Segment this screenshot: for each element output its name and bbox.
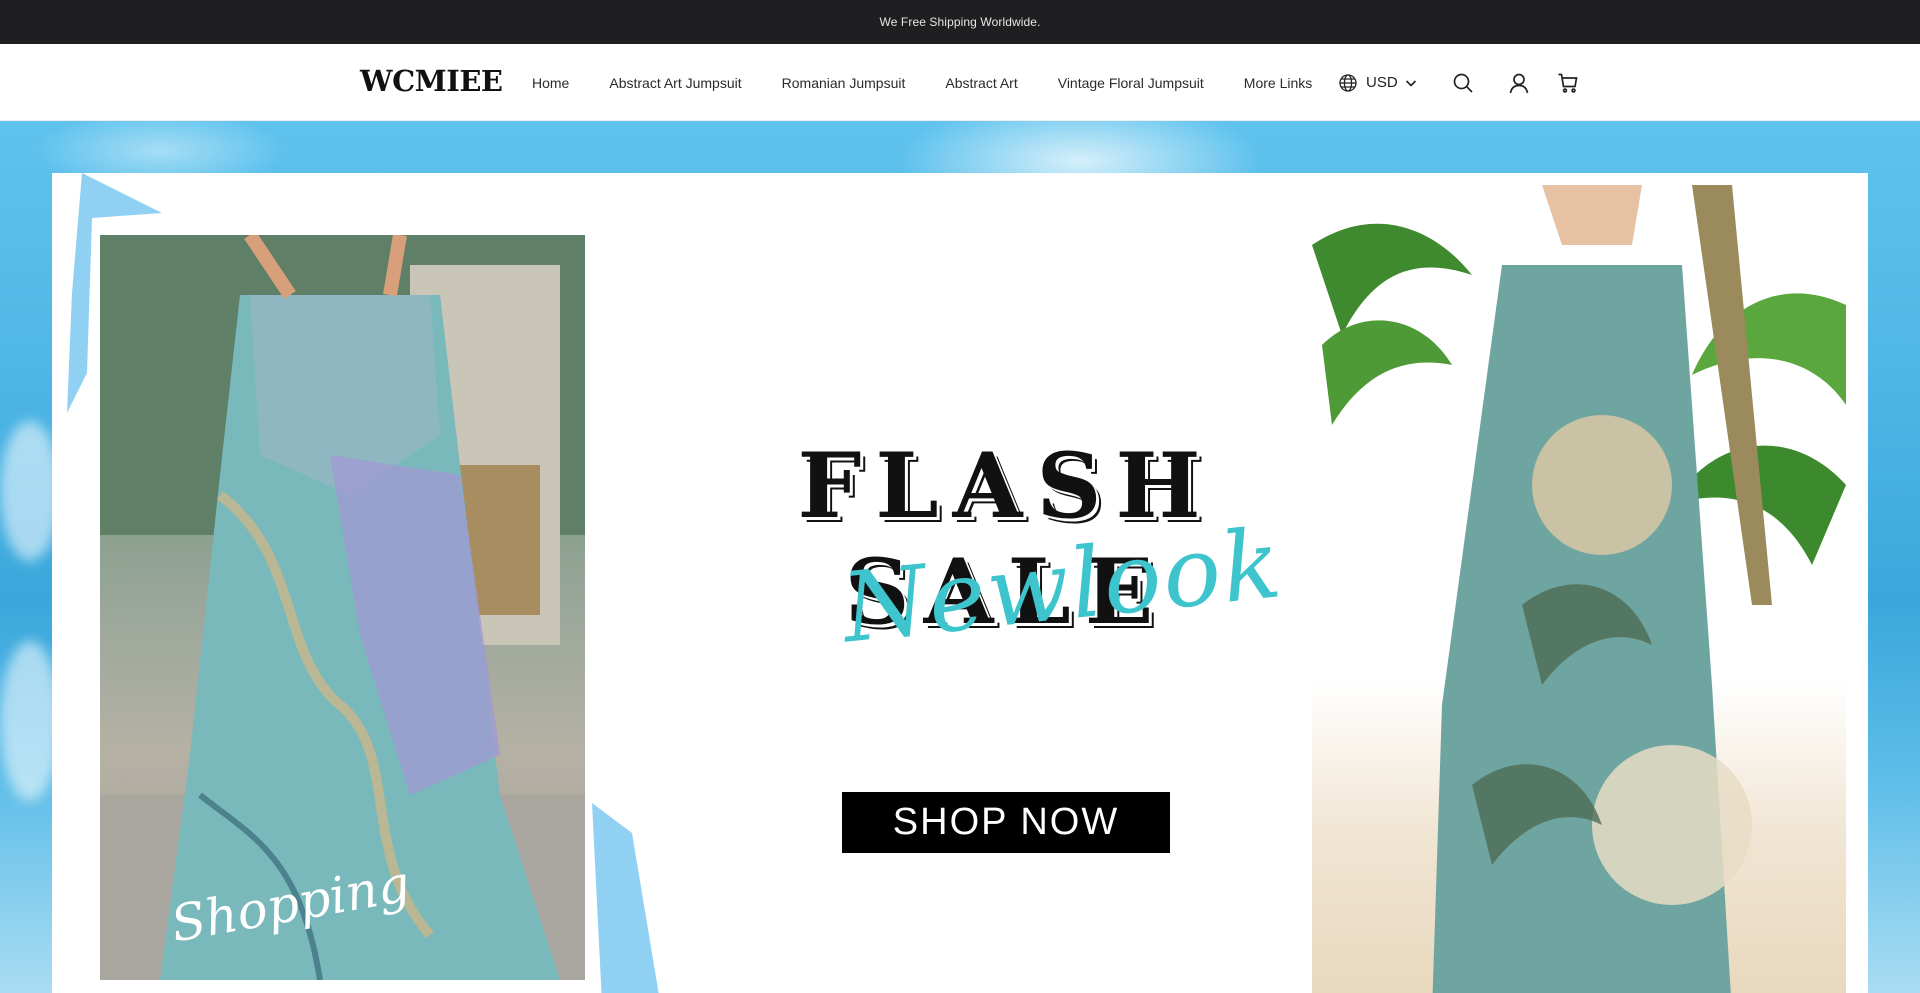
header-tools: USD bbox=[1338, 44, 1579, 121]
wave-decoration bbox=[0, 641, 60, 801]
banner-card: Shopping FLASH SALE Newlook SHOP NOW bbox=[52, 173, 1868, 993]
currency-label: USD bbox=[1366, 74, 1398, 91]
brush-splash-decoration bbox=[592, 803, 659, 993]
main-nav: Home Abstract Art Jumpsuit Romanian Jump… bbox=[532, 44, 1352, 121]
site-logo[interactable]: WCMIEE bbox=[360, 64, 503, 98]
nav-item-romanian-jumpsuit[interactable]: Romanian Jumpsuit bbox=[782, 75, 906, 91]
search-icon[interactable] bbox=[1452, 72, 1474, 94]
right-product-image[interactable] bbox=[1312, 185, 1846, 993]
wave-decoration bbox=[0, 421, 60, 561]
cart-icon[interactable] bbox=[1557, 72, 1579, 94]
currency-selector[interactable]: USD bbox=[1338, 73, 1418, 93]
site-header: WCMIEE Home Abstract Art Jumpsuit Romani… bbox=[0, 44, 1920, 121]
nav-item-vintage-floral-jumpsuit[interactable]: Vintage Floral Jumpsuit bbox=[1058, 75, 1204, 91]
account-icon[interactable] bbox=[1508, 72, 1530, 94]
nav-item-abstract-art[interactable]: Abstract Art bbox=[945, 75, 1017, 91]
nav-item-abstract-art-jumpsuit[interactable]: Abstract Art Jumpsuit bbox=[609, 75, 741, 91]
announcement-bar: We Free Shipping Worldwide. bbox=[0, 0, 1920, 44]
chevron-down-icon bbox=[1405, 79, 1416, 87]
nav-item-home[interactable]: Home bbox=[532, 75, 569, 91]
globe-icon bbox=[1339, 73, 1357, 92]
nav-item-more-links[interactable]: More Links bbox=[1244, 75, 1312, 91]
shop-now-button[interactable]: SHOP NOW bbox=[842, 792, 1170, 853]
hero-banner[interactable]: Shopping FLASH SALE Newlook SHOP NOW bbox=[0, 121, 1920, 993]
announcement-text: We Free Shipping Worldwide. bbox=[879, 15, 1041, 29]
left-product-image[interactable]: Shopping bbox=[100, 235, 585, 980]
